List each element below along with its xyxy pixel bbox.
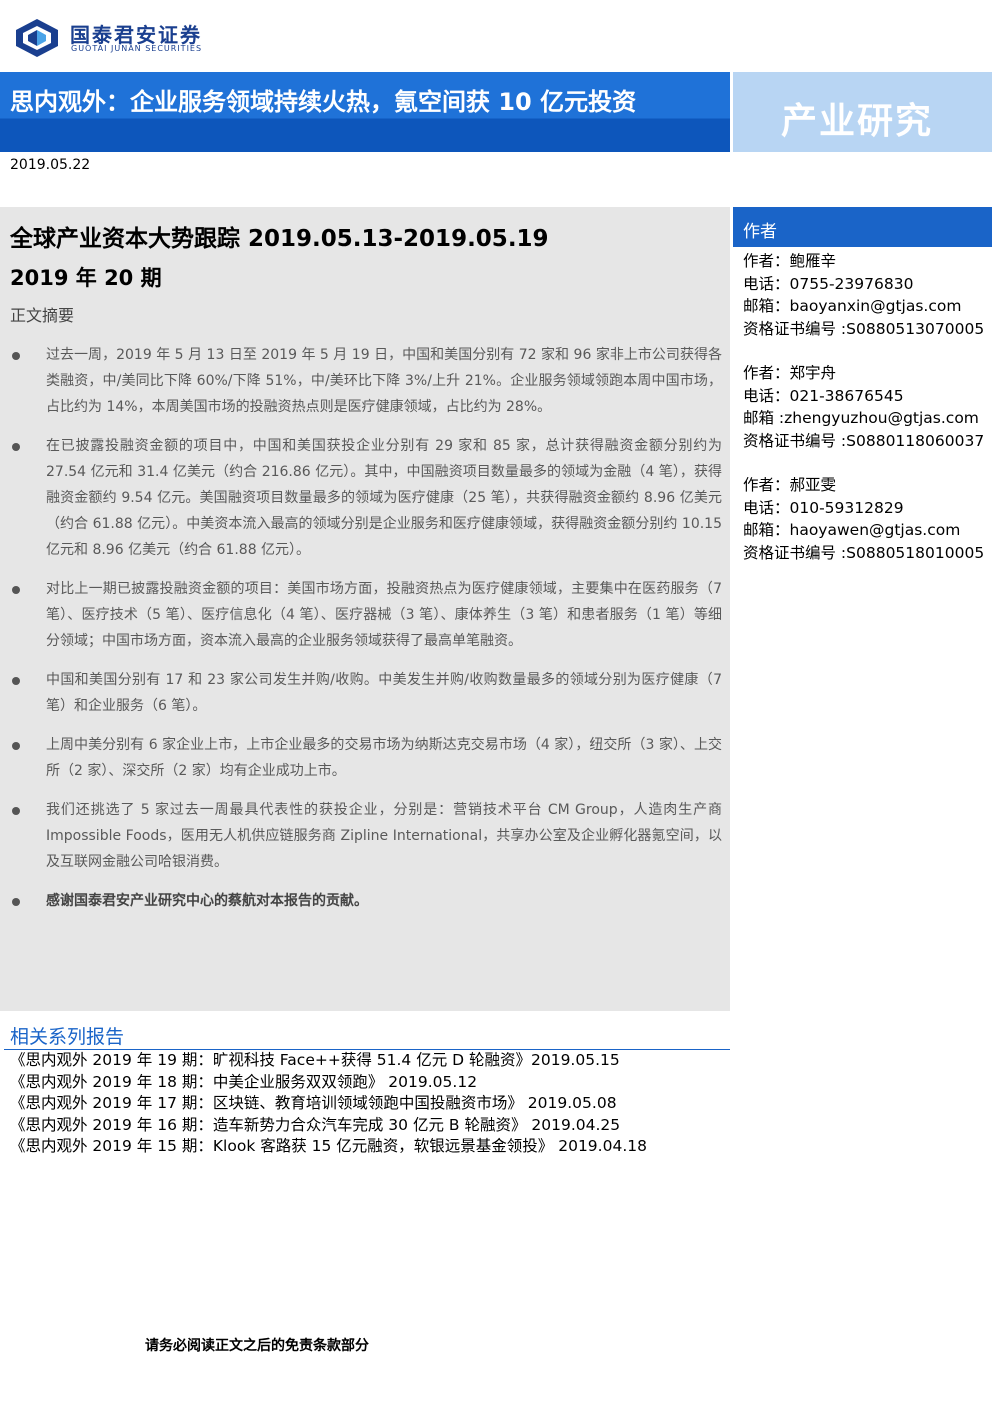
title-banner: 思内观外：企业服务领域持续火热，氪空间获 10 亿元投资	[0, 72, 730, 152]
author-phone: 电话：0755-23976830	[743, 274, 914, 293]
bullet-icon	[12, 586, 20, 594]
author-email[interactable]: 邮箱 :zhengyuzhou@gtjas.com	[743, 407, 992, 430]
bullet-text: 我们还挑选了 5 家过去一周最具代表性的获投企业，分别是：营销技术平台 CM G…	[46, 802, 722, 870]
bullet-text: 中国和美国分别有 17 和 23 家公司发生并购/收购。中美发生并购/收购数量最…	[46, 672, 722, 714]
bullet-icon	[12, 677, 20, 685]
author-cert: 资格证书编号 :S0880518010005	[743, 543, 985, 562]
bullet-icon	[12, 443, 20, 451]
bullet-icon	[12, 742, 20, 750]
summary-bullets: 过去一周，2019 年 5 月 13 日至 2019 年 5 月 19 日，中国…	[10, 342, 722, 927]
related-report-link[interactable]: 《思内观外 2019 年 18 期：中美企业服务双双领跑》 2019.05.12	[10, 1072, 730, 1094]
report-date: 2019.05.22	[10, 157, 91, 173]
related-reports-title: 相关系列报告	[10, 1026, 125, 1048]
related-report-link[interactable]: 《思内观外 2019 年 19 期：旷视科技 Face++获得 51.4 亿元 …	[10, 1050, 730, 1072]
author-phone: 电话：010-59312829	[743, 498, 904, 517]
gtja-logo-icon	[16, 19, 58, 57]
author-name: 作者：鲍雁辛	[743, 252, 837, 270]
author-block: 作者：郑宇舟 电话：021-38676545 邮箱 :zhengyuzhou@g…	[743, 362, 992, 452]
list-item: 对比上一期已披露投融资金额的项目：美国市场方面，投融资热点为医疗健康领域，主要集…	[10, 576, 722, 654]
author-block: 作者：郝亚雯 电话：010-59312829 邮箱：haoyawen@gtjas…	[743, 474, 992, 564]
report-title: 全球产业资本大势跟踪 2019.05.13-2019.05.19	[10, 226, 549, 252]
bullet-text: 过去一周，2019 年 5 月 13 日至 2019 年 5 月 19 日，中国…	[46, 347, 722, 415]
disclaimer-note: 请务必阅读正文之后的免责条款部分	[145, 1338, 369, 1354]
bullet-text: 上周中美分别有 6 家企业上市，上市企业最多的交易市场为纳斯达克交易市场（4 家…	[46, 737, 722, 779]
author-name: 作者：郝亚雯	[743, 476, 837, 494]
bullet-text: 感谢国泰君安产业研究中心的蔡航对本报告的贡献。	[46, 893, 368, 909]
list-item: 上周中美分别有 6 家企业上市，上市企业最多的交易市场为纳斯达克交易市场（4 家…	[10, 732, 722, 784]
authors-heading: 作者	[743, 222, 777, 242]
related-report-link[interactable]: 《思内观外 2019 年 16 期：造车新势力合众汽车完成 30 亿元 B 轮融…	[10, 1115, 730, 1137]
author-cert: 资格证书编号 :S0880118060037	[743, 431, 985, 450]
category-banner: 产业研究	[733, 72, 992, 152]
summary-panel: 全球产业资本大势跟踪 2019.05.13-2019.05.19 2019 年 …	[0, 207, 730, 1011]
list-item: 过去一周，2019 年 5 月 13 日至 2019 年 5 月 19 日，中国…	[10, 342, 722, 420]
list-item: 我们还挑选了 5 家过去一周最具代表性的获投企业，分别是：营销技术平台 CM G…	[10, 797, 722, 875]
bullet-text: 对比上一期已披露投融资金额的项目：美国市场方面，投融资热点为医疗健康领域，主要集…	[46, 581, 722, 649]
bullet-icon	[12, 898, 20, 906]
company-logo: 国泰君安证券 GUOTAI JUNAN SECURITIES	[14, 18, 244, 58]
related-report-link[interactable]: 《思内观外 2019 年 15 期：Klook 客路获 15 亿元融资，软银远景…	[10, 1136, 730, 1158]
report-issue: 2019 年 20 期	[10, 266, 162, 290]
related-report-link[interactable]: 《思内观外 2019 年 17 期：区块链、教育培训领域领跑中国投融资市场》 2…	[10, 1093, 730, 1115]
related-reports-list: 《思内观外 2019 年 19 期：旷视科技 Face++获得 51.4 亿元 …	[10, 1050, 730, 1158]
author-email[interactable]: 邮箱：haoyawen@gtjas.com	[743, 519, 992, 542]
abstract-label: 正文摘要	[10, 306, 75, 325]
author-phone: 电话：021-38676545	[743, 386, 904, 405]
author-email[interactable]: 邮箱：baoyanxin@gtjas.com	[743, 295, 992, 318]
list-item: 感谢国泰君安产业研究中心的蔡航对本报告的贡献。	[10, 888, 722, 914]
page-title: 思内观外：企业服务领域持续火热，氪空间获 10 亿元投资	[10, 88, 637, 116]
category-label: 产业研究	[781, 101, 934, 142]
bullet-icon	[12, 807, 20, 815]
authors-heading-bar: 作者	[733, 207, 992, 247]
list-item: 中国和美国分别有 17 和 23 家公司发生并购/收购。中美发生并购/收购数量最…	[10, 667, 722, 719]
author-name: 作者：郑宇舟	[743, 364, 837, 382]
bullet-icon	[12, 352, 20, 360]
bullet-text: 在已披露投融资金额的项目中，中国和美国获投企业分别有 29 家和 85 家，总计…	[46, 438, 722, 558]
authors-list: 作者：鲍雁辛 电话：0755-23976830 邮箱：baoyanxin@gtj…	[743, 250, 992, 586]
author-block: 作者：鲍雁辛 电话：0755-23976830 邮箱：baoyanxin@gtj…	[743, 250, 992, 340]
list-item: 在已披露投融资金额的项目中，中国和美国获投企业分别有 29 家和 85 家，总计…	[10, 433, 722, 563]
author-cert: 资格证书编号 :S0880513070005	[743, 319, 985, 338]
logo-text-en: GUOTAI JUNAN SECURITIES	[71, 44, 203, 53]
